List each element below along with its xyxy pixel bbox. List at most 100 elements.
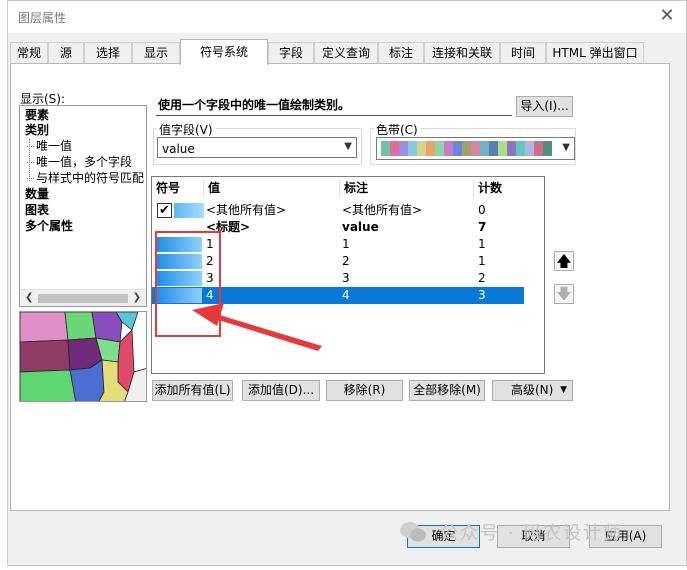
row-value: <其他所有值>	[206, 203, 287, 217]
color-swatch	[417, 141, 426, 156]
apply-button[interactable]: 应用(A)	[589, 525, 662, 548]
row-count: 7	[478, 220, 487, 234]
tab-fields[interactable]: 字段	[268, 42, 314, 64]
scroll-left-icon[interactable]: ❮	[25, 292, 33, 303]
color-swatch	[516, 141, 525, 156]
import-button[interactable]: 导入(I)...	[516, 96, 573, 117]
row-count: 1	[478, 237, 486, 251]
color-swatch	[534, 141, 543, 156]
add-values-button[interactable]: 添加值(D)...	[242, 380, 320, 401]
tab-general[interactable]: 常规	[10, 42, 48, 64]
remove-all-button[interactable]: 全部移除(M)	[409, 380, 485, 401]
tree-item-match-style-symbols[interactable]: 与样式中的符号匹配	[26, 171, 144, 186]
tab-labels[interactable]: 标注	[378, 42, 424, 64]
chevron-down-icon: ▼	[562, 142, 570, 153]
map-preview	[19, 311, 147, 402]
tab-source[interactable]: 源	[48, 42, 84, 64]
unique-values-table[interactable]: 符号 值 标注 计数 ✔ <其他所有值> <其他所有值> 0 <标题> valu…	[151, 176, 545, 374]
cancel-button[interactable]: 取消	[497, 525, 570, 548]
color-swatch	[507, 141, 516, 156]
table-row[interactable]: ✔ <其他所有值> <其他所有值> 0	[152, 202, 524, 219]
value-field-select[interactable]: value ▼	[157, 137, 357, 158]
move-up-button[interactable]: 🡅	[554, 251, 574, 271]
row-value: 2	[206, 254, 214, 268]
advanced-button[interactable]: 高级(N) ▼	[492, 380, 573, 401]
color-swatch	[444, 141, 453, 156]
tree-item-features[interactable]: 要素	[25, 108, 49, 123]
remove-button[interactable]: 移除(R)	[326, 380, 403, 401]
tab-joins-relates[interactable]: 连接和关联	[424, 42, 500, 64]
value-field-label: 值字段(V)	[157, 121, 215, 138]
color-swatch	[408, 141, 417, 156]
column-header-label[interactable]: 标注	[340, 179, 474, 197]
arrow-down-icon: 🡇	[556, 285, 572, 303]
advanced-label: 高级(N)	[511, 383, 554, 397]
color-ramp-swatches	[381, 141, 552, 156]
checkbox-checked-icon[interactable]: ✔	[157, 203, 172, 218]
scroll-right-icon[interactable]: ❯	[133, 292, 141, 303]
color-swatch	[399, 141, 408, 156]
table-row[interactable]: 1 1 1	[152, 236, 524, 253]
color-ramp-select[interactable]: ▼	[376, 137, 575, 160]
move-down-button[interactable]: 🡇	[554, 284, 574, 304]
title-bar: 图层属性 ✕	[8, 1, 686, 33]
value-field-selected: value	[162, 142, 195, 156]
tree-item-charts[interactable]: 图表	[25, 203, 49, 218]
color-swatch	[543, 141, 552, 156]
tree-item-unique-values-many-fields[interactable]: 唯一值，多个字段	[26, 155, 132, 170]
table-row-heading[interactable]: <标题> value 7	[152, 219, 524, 236]
row-count: 0	[478, 203, 486, 217]
tab-time[interactable]: 时间	[500, 42, 546, 64]
row-label: value	[342, 220, 379, 234]
color-swatch	[435, 141, 444, 156]
symbol-swatch[interactable]	[156, 254, 202, 269]
tab-display[interactable]: 显示	[132, 42, 180, 64]
row-value: <标题>	[206, 220, 251, 234]
color-swatch	[453, 141, 462, 156]
add-all-values-button[interactable]: 添加所有值(L)	[152, 380, 233, 401]
tree-item-categories[interactable]: 类别	[25, 123, 49, 138]
color-swatch	[498, 141, 507, 156]
row-label: 4	[342, 288, 350, 302]
color-swatch	[381, 141, 390, 156]
row-count: 1	[478, 254, 486, 268]
renderer-description: 使用一个字段中的唯一值绘制类别。	[156, 97, 512, 116]
tab-symbology[interactable]: 符号系统	[180, 39, 268, 65]
table-row[interactable]: 3 3 2	[152, 270, 524, 287]
tab-definition-query[interactable]: 定义查询	[314, 42, 378, 64]
tab-html-popup[interactable]: HTML 弹出窗口	[546, 42, 644, 64]
symbol-swatch[interactable]	[156, 288, 202, 303]
chevron-down-icon: ▼	[344, 141, 352, 152]
scroll-thumb[interactable]	[38, 294, 128, 303]
tree-item-unique-values[interactable]: 唯一值	[26, 139, 72, 154]
row-label: 2	[342, 254, 350, 268]
symbol-swatch[interactable]	[156, 271, 202, 286]
symbol-swatch[interactable]	[174, 203, 204, 218]
tree-item-multiple-attributes[interactable]: 多个属性	[25, 219, 73, 234]
row-label: <其他所有值>	[342, 203, 423, 217]
arrow-up-icon: 🡅	[556, 252, 572, 270]
column-header-symbol[interactable]: 符号	[152, 179, 204, 197]
column-header-count[interactable]: 计数	[474, 179, 524, 197]
renderer-tree: 要素 类别 唯一值 唯一值，多个字段 与样式中的符号匹配 数量 图表 多个属性 …	[19, 105, 147, 307]
row-count: 3	[478, 288, 486, 302]
row-value: 3	[206, 271, 214, 285]
table-row-selected[interactable]: 4 4 3	[152, 287, 524, 304]
row-label: 3	[342, 271, 350, 285]
color-swatch	[471, 141, 480, 156]
window-title: 图层属性	[18, 11, 67, 25]
row-value: 1	[206, 237, 214, 251]
tree-item-quantities[interactable]: 数量	[25, 187, 49, 202]
tree-horizontal-scrollbar[interactable]: ❮ ❯	[20, 289, 146, 306]
table-row[interactable]: 2 2 1	[152, 253, 524, 270]
color-swatch	[489, 141, 498, 156]
color-swatch	[525, 141, 534, 156]
row-label: 1	[342, 237, 350, 251]
symbol-swatch[interactable]	[156, 237, 202, 252]
column-header-value[interactable]: 值	[204, 179, 340, 197]
row-count: 2	[478, 271, 486, 285]
ok-button[interactable]: 确定	[407, 525, 480, 548]
color-swatch	[426, 141, 435, 156]
tab-selection[interactable]: 选择	[84, 42, 132, 64]
close-icon[interactable]: ✕	[654, 5, 680, 29]
